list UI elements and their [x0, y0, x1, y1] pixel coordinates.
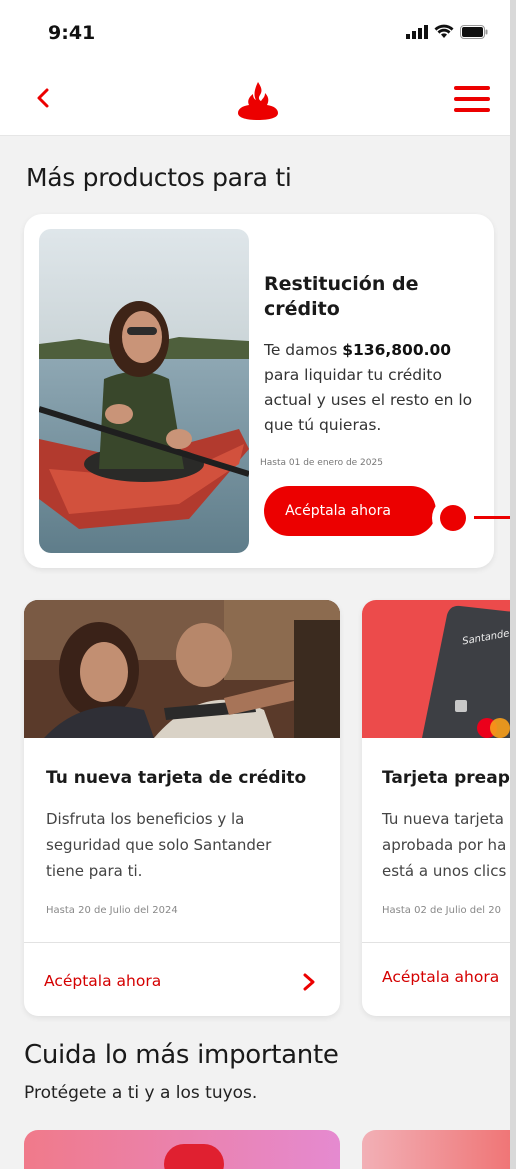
product-title: Tu nueva tarjeta de crédito — [46, 768, 307, 788]
featured-amount: $136,800.00 — [342, 341, 452, 359]
status-time: 9:41 — [48, 22, 96, 44]
product-card-preapproved-card: Santander Tarjeta preapr Tu nueva tarjet… — [362, 600, 510, 1016]
product-accept-link[interactable]: Acéptala ahora — [382, 968, 499, 986]
chevron-left-icon[interactable] — [32, 86, 56, 110]
product-card-credit-card: Tu nueva tarjeta de crédito Disfruta los… — [24, 600, 340, 1016]
app-screen: 9:41 Más productos para ti Restitución d… — [0, 0, 510, 1169]
product-desc-line: seguridad que solo Santander — [46, 836, 272, 854]
screen-edge — [510, 0, 516, 1169]
promo-graphic — [164, 1144, 224, 1169]
insurance-card-2[interactable] — [362, 1130, 510, 1169]
product-expiry-note: Hasta 20 de Julio del 2024 — [46, 905, 178, 916]
product-accept-link[interactable]: Acéptala ahora — [44, 972, 161, 990]
tap-indicator-dot — [432, 497, 474, 539]
product-desc-line: Disfruta los beneficios y la — [46, 810, 245, 828]
insurance-card-1[interactable] — [24, 1130, 340, 1169]
section-title-more-products: Más productos para ti — [26, 163, 292, 192]
product-desc-line: está a unos clics — [382, 862, 507, 880]
product-description: Disfruta los beneficios y la seguridad q… — [46, 806, 306, 884]
featured-description: Te damos $136,800.00 para liquidar tu cr… — [264, 338, 484, 438]
product-desc-line: aprobada por ha — [382, 836, 507, 854]
card-divider — [24, 942, 340, 943]
restaurant-payment-photo — [24, 600, 340, 738]
signal-icon — [406, 24, 428, 39]
chevron-right-icon[interactable] — [300, 972, 318, 992]
product-desc-line: Tu nueva tarjeta — [382, 810, 504, 828]
tap-indicator-line — [474, 516, 510, 519]
battery-icon — [460, 24, 488, 39]
product-title: Tarjeta preapr — [382, 768, 510, 788]
wifi-icon — [434, 24, 454, 38]
santander-card-photo: Santander — [362, 600, 510, 738]
featured-desc-suffix: para liquidar tu crédito actual y uses e… — [264, 366, 473, 434]
card-divider — [362, 942, 510, 943]
featured-accept-button[interactable]: Acéptala ahora — [264, 486, 436, 536]
featured-title: Restitución de crédito — [264, 273, 419, 320]
featured-expiry-note: Hasta 01 de enero de 2025 — [260, 458, 383, 468]
featured-desc-prefix: Te damos — [264, 341, 343, 359]
product-description: Tu nueva tarjeta aprobada por ha está a … — [382, 806, 510, 884]
status-bar: 9:41 — [0, 0, 510, 66]
section-title-care: Cuida lo más importante — [24, 1040, 339, 1070]
hamburger-menu-icon[interactable] — [454, 86, 490, 112]
status-icons — [406, 24, 488, 39]
featured-product-card: Restitución de crédito Te damos $136,800… — [24, 214, 494, 568]
kayak-photo — [39, 229, 249, 553]
product-expiry-note: Hasta 02 de Julio del 20 — [382, 905, 501, 916]
product-desc-line: tiene para ti. — [46, 862, 143, 880]
app-header — [0, 66, 510, 136]
santander-flame-icon — [238, 82, 278, 120]
section-subtitle-care: Protégete a ti y a los tuyos. — [24, 1083, 258, 1103]
